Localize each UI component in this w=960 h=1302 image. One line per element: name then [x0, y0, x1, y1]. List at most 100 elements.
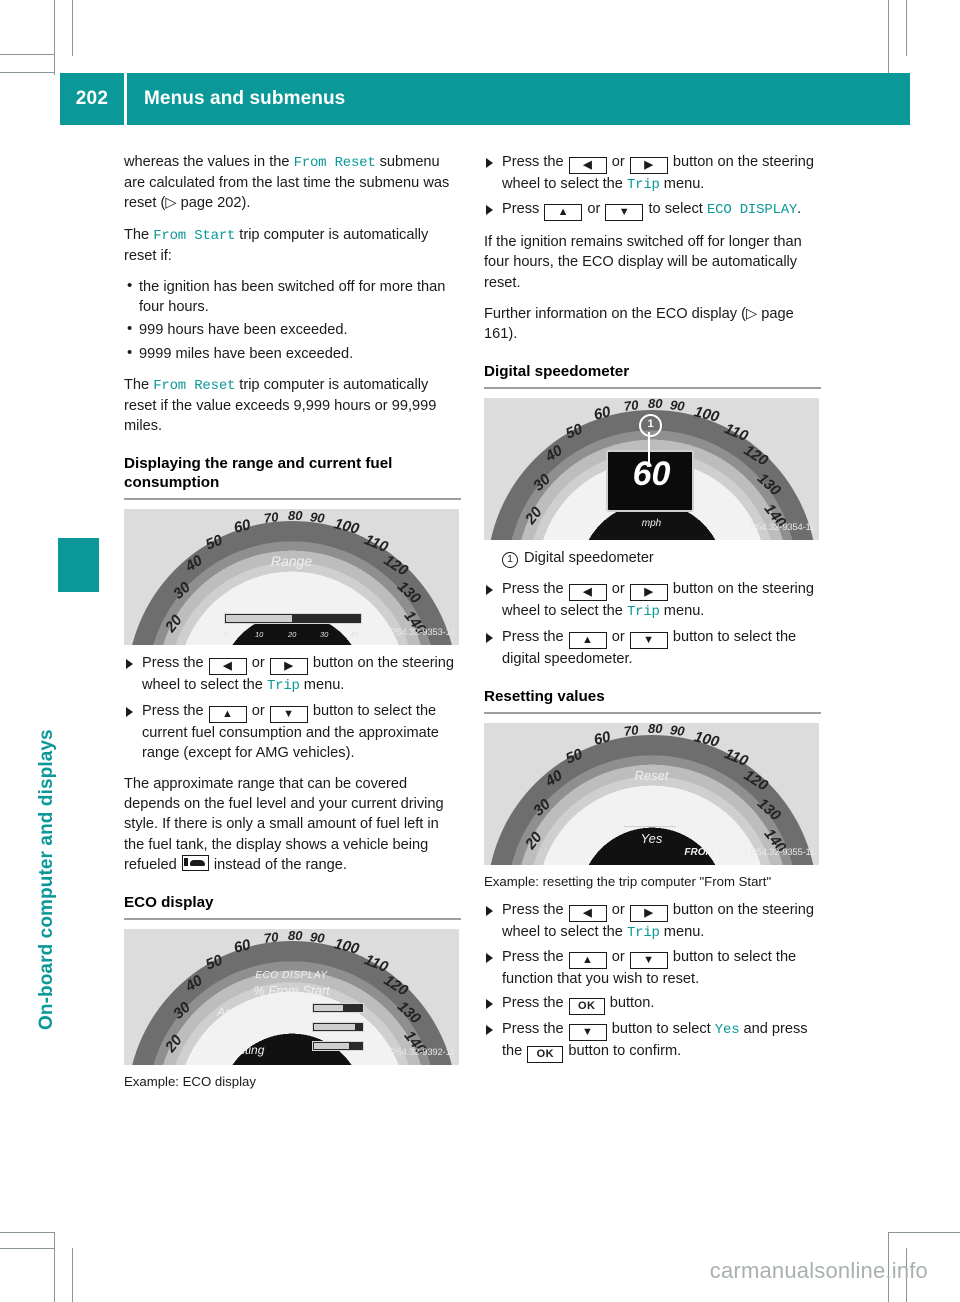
steps-resetting-values: Press the ◀ or ▶ button on the steering …: [484, 900, 821, 1064]
digital-speed-value: 60: [632, 455, 671, 494]
text-frag: menu.: [659, 603, 705, 620]
callout-leader-line: [648, 432, 650, 467]
text-frag: or: [607, 581, 629, 598]
text-frag: whereas the values in the: [124, 154, 294, 170]
eco-screen-subtitle: % From Start: [253, 983, 330, 999]
crop-mark-bottom-left-h1: [0, 1232, 55, 1233]
paragraph-from-start: The From Start trip computer is automati…: [124, 225, 461, 266]
manual-page: 202 Menus and submenus On-board computer…: [0, 0, 960, 1302]
menu-name-from-start: From Start: [153, 227, 236, 244]
step-item: Press the ▲ or ▼ button to select the di…: [484, 627, 821, 669]
crop-mark-top-left-h2: [0, 72, 55, 73]
right-column: Press the ◀ or ▶ button on the steering …: [484, 152, 821, 1074]
text-frag: The: [124, 376, 154, 393]
scale-number: 60: [232, 936, 253, 957]
crop-mark-top-right-v2: [906, 0, 907, 56]
reset-prompt-line-1: Reset: [634, 767, 669, 783]
up-arrow-key-icon: ▲: [568, 631, 607, 649]
text-frag: Press: [502, 201, 544, 218]
step-item: Press the ▲ or ▼ button to select the cu…: [124, 701, 461, 763]
menu-name-trip: Trip: [266, 678, 300, 695]
text-frag: Press the: [142, 655, 208, 672]
refuel-vehicle-icon: [181, 854, 209, 871]
scale-number: 80: [648, 398, 663, 412]
figure-photo-code: P54.32-9392-11: [390, 1046, 455, 1058]
text-frag: or: [583, 201, 605, 218]
text-frag: menu.: [659, 176, 705, 192]
figure-photo-code: P54.32-9355-11: [750, 846, 815, 858]
legend-item: 1 Digital speedometer: [484, 548, 821, 569]
scale-number: 70: [623, 722, 640, 739]
menu-name-trip: Trip: [626, 604, 660, 621]
consumption-bar: [224, 613, 362, 625]
text-frag: Press the: [502, 1021, 568, 1038]
heading-digital-speedometer: Digital speedometer: [484, 363, 630, 381]
crop-mark-bottom-left-h2: [0, 1248, 55, 1249]
text-frag: or: [607, 628, 629, 645]
down-arrow-key-icon: ▼: [605, 204, 644, 222]
text-frag: The: [124, 226, 154, 243]
heading-resetting-values: Resetting values: [484, 687, 605, 705]
eco-row: Acceleration: [217, 1002, 283, 1022]
menu-name-from-reset: From Reset: [293, 155, 376, 171]
text-frag: button.: [605, 995, 655, 1012]
chapter-side-label-text: On-board computer and displays: [36, 729, 57, 1030]
crop-mark-bottom-left-v2: [72, 1248, 73, 1302]
text-frag: instead of the range.: [209, 856, 347, 873]
right-arrow-key-icon: ▶: [629, 904, 668, 922]
left-arrow-key-icon: ◀: [568, 584, 607, 602]
up-arrow-key-icon: ▲: [208, 705, 247, 723]
caption-reset-values: Example: resetting the trip computer "Fr…: [484, 873, 772, 889]
text-frag: Press the: [502, 154, 568, 170]
ok-key-icon: OK: [527, 1046, 564, 1064]
text-frag: button to confirm.: [564, 1043, 682, 1060]
page-number: 202: [60, 73, 124, 125]
step-item: Press the ◀ or ▶ button on the steering …: [124, 653, 461, 696]
crop-mark-top-right-v1: [888, 0, 889, 75]
heading-eco-display: ECO display: [124, 894, 214, 912]
step-item: Press the ◀ or ▶ button on the steering …: [484, 579, 821, 622]
eco-bar-coasting: [312, 1041, 364, 1052]
text-frag: menu.: [299, 677, 345, 694]
bar-tick: 10: [255, 630, 264, 640]
text-frag: or: [607, 154, 629, 170]
down-arrow-key-icon: ▼: [629, 952, 668, 970]
paragraph-eco-further-info: Further information on the ECO display (…: [484, 304, 821, 344]
text-frag: page 202).: [176, 195, 251, 212]
steps-digital-speedometer: Press the ◀ or ▶ button on the steering …: [484, 579, 821, 668]
menu-option-yes: Yes: [714, 1022, 740, 1039]
text-frag: or: [247, 702, 269, 719]
eco-row-label: Constant: [217, 1024, 266, 1039]
list-item: 9999 miles have been exceeded.: [124, 343, 461, 364]
figure-range-consumption: 20 30 40 50 60 70 80 90 100 110 120 130 …: [124, 509, 459, 646]
bar-tick: 20: [288, 630, 297, 640]
heading-rule: [124, 498, 461, 501]
text-frag: or: [607, 949, 629, 966]
heading-rule: [124, 918, 461, 921]
down-arrow-key-icon: ▼: [269, 705, 308, 723]
page-ref-arrow-icon: ▷: [746, 305, 758, 322]
text-frag: or: [607, 901, 629, 918]
menu-name-trip: Trip: [626, 177, 660, 193]
down-arrow-key-icon: ▼: [629, 631, 668, 649]
text-frag: .: [797, 201, 802, 218]
instrument-cluster-graphic: 20 30 40 50 60 70 80 90 100 110 120 130 …: [124, 929, 459, 1066]
left-column: whereas the values in the From Reset sub…: [124, 152, 461, 1100]
heading-rule: [484, 711, 821, 714]
figure-digital-speedometer: 20 30 40 50 60 70 80 90 100 110 120 130 …: [484, 398, 819, 541]
scale-number: 90: [669, 398, 686, 415]
consumption-bar-fill: [226, 615, 292, 623]
up-arrow-key-icon: ▲: [568, 952, 607, 970]
crop-mark-top-left-v2: [72, 0, 73, 56]
instrument-cluster-graphic: 20 30 40 50 60 70 80 90 100 110 120 130 …: [124, 509, 459, 646]
up-arrow-key-icon: ▲: [544, 204, 583, 222]
scale-number: 70: [263, 509, 280, 527]
menu-name-trip: Trip: [626, 924, 660, 941]
caption-eco-display: Example: ECO display: [124, 1074, 256, 1090]
menu-name-from-reset-2: From Reset: [153, 377, 236, 394]
step-item: Press ▲ or ▼ to select ECO DISPLAY.: [484, 199, 821, 222]
crop-mark-top-left-v1: [54, 0, 55, 75]
list-item: the ignition has been switched off for m…: [124, 276, 461, 317]
crop-mark-bottom-left-v1: [54, 1232, 55, 1302]
left-arrow-key-icon: ◀: [568, 904, 607, 922]
